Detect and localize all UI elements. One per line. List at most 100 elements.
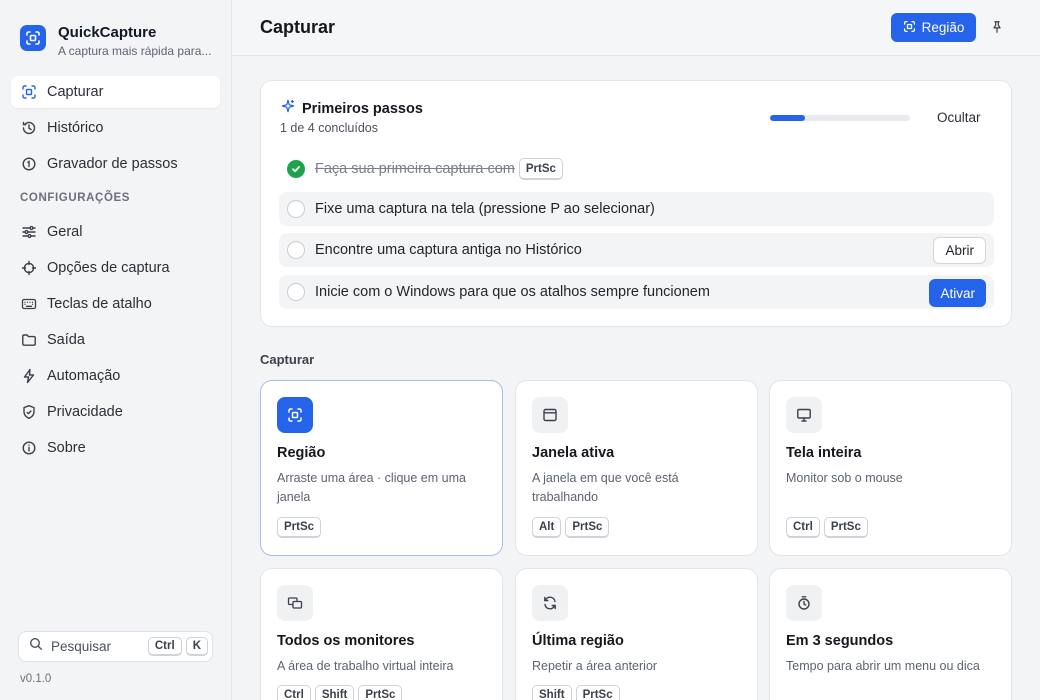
enable-startup-button[interactable]: Ativar <box>929 279 986 307</box>
step-item: Faça sua primeira captura com PrtSc <box>279 152 994 186</box>
step-checkbox[interactable] <box>287 241 305 259</box>
timer-icon <box>786 585 822 621</box>
history-icon <box>20 119 38 137</box>
sliders-icon <box>20 223 38 241</box>
app-name: QuickCapture <box>58 24 157 41</box>
crosshair-icon <box>20 259 38 277</box>
sidebar-item-capturar[interactable]: Capturar <box>11 76 220 108</box>
capture-mode-all-monitors[interactable]: Todos os monitores A área de trabalho vi… <box>260 568 503 700</box>
card-description: Repetir a área anterior <box>532 659 658 673</box>
sidebar-item-historico[interactable]: Histórico <box>11 112 220 144</box>
capture-mode-last-region[interactable]: Última região Repetir a área anterior Sh… <box>515 568 758 700</box>
card-description: A janela em que você está trabalhando <box>532 471 679 504</box>
hide-button[interactable]: Ocultar <box>937 110 981 125</box>
shortcut-key: PrtSc <box>823 517 868 538</box>
shortcut-key: Ctrl <box>786 517 820 538</box>
region-capture-icon <box>20 83 38 101</box>
settings-section-title: CONFIGURAÇÕES <box>20 192 131 204</box>
card-title: Todos os monitores <box>277 633 415 649</box>
capture-mode-timer[interactable]: Em 3 segundos Tempo para abrir um menu o… <box>769 568 1012 700</box>
main-content: Capturar Região Primeiros passos 1 de 4 … <box>232 0 1040 700</box>
capture-mode-active-window[interactable]: Janela ativa A janela em que você está t… <box>515 380 758 556</box>
progress-bar <box>770 115 910 121</box>
sparkle-icon <box>281 99 295 118</box>
card-description: Tempo para abrir um menu ou dica <box>786 659 980 673</box>
step-item[interactable]: Fixe uma captura na tela (pressione P ao… <box>279 192 994 226</box>
sidebar-item-automacao[interactable]: Automação <box>11 360 220 392</box>
sidebar-item-gravador[interactable]: Gravador de passos <box>11 148 220 180</box>
sidebar-item-sobre[interactable]: Sobre <box>11 432 220 464</box>
sidebar-item-opcoes-captura[interactable]: Opções de captura <box>11 252 220 284</box>
shortcut-key: PrtSc <box>575 685 620 700</box>
sidebar-item-label: Teclas de atalho <box>47 296 152 312</box>
page-title: Capturar <box>260 17 336 37</box>
window-icon <box>532 397 568 433</box>
sidebar-item-label: Privacidade <box>47 404 123 420</box>
sidebar-item-label: Gravador de passos <box>47 156 178 172</box>
capture-mode-region[interactable]: Região Arraste uma área · clique em uma … <box>260 380 503 556</box>
sidebar-item-geral[interactable]: Geral <box>11 216 220 248</box>
check-done-icon <box>287 160 305 178</box>
shortcut-key: PrtSc <box>518 158 563 180</box>
sidebar-item-label: Sobre <box>47 440 86 456</box>
card-description: Arraste uma área · clique em uma janela <box>277 471 466 504</box>
region-button-label: Região <box>921 20 965 35</box>
app-logo-icon <box>20 25 46 51</box>
shortcut-key: Ctrl <box>147 637 182 656</box>
step-item[interactable]: Encontre uma captura antiga no Histórico… <box>279 233 994 267</box>
app-version: v0.1.0 <box>20 673 52 685</box>
step-text: Encontre uma captura antiga no Histórico <box>315 242 582 258</box>
monitor-icon <box>786 397 822 433</box>
pin-icon[interactable] <box>988 18 1006 36</box>
shortcut-key: Ctrl <box>277 685 311 700</box>
shortcut-key: K <box>185 637 208 656</box>
info-icon <box>20 439 38 457</box>
brand: QuickCapture A captura mais rápida para.… <box>20 24 218 58</box>
sidebar-item-label: Opções de captura <box>47 260 170 276</box>
search-box[interactable]: Pesquisar Ctrl K <box>18 631 213 662</box>
open-history-button[interactable]: Abrir <box>933 237 986 264</box>
sidebar-item-saida[interactable]: Saída <box>11 324 220 356</box>
card-title: Em 3 segundos <box>786 633 894 649</box>
sidebar-item-label: Capturar <box>47 84 104 100</box>
card-title: Última região <box>532 633 624 649</box>
step-text: Inicie com o Windows para que os atalhos… <box>315 284 710 300</box>
sidebar-item-label: Histórico <box>47 120 104 136</box>
capture-mode-full-screen[interactable]: Tela inteira Monitor sob o mouse Ctrl Pr… <box>769 380 1012 556</box>
step-item[interactable]: Inicie com o Windows para que os atalhos… <box>279 275 994 309</box>
card-description: Monitor sob o mouse <box>786 471 903 485</box>
keyboard-icon <box>20 295 38 313</box>
step-checkbox[interactable] <box>287 200 305 218</box>
card-title: Região <box>277 445 326 461</box>
progress-fill <box>770 115 805 121</box>
capture-section-label: Capturar <box>260 352 315 367</box>
step-checkbox[interactable] <box>287 283 305 301</box>
folder-icon <box>20 331 38 349</box>
card-description: A área de trabalho virtual inteira <box>277 659 454 673</box>
step-text: Fixe uma captura na tela (pressione P ao… <box>315 201 655 217</box>
sidebar-item-label: Automação <box>47 368 121 384</box>
sidebar: QuickCapture A captura mais rápida para.… <box>0 0 232 700</box>
region-capture-icon <box>903 20 916 36</box>
app-tagline: A captura mais rápida para... <box>58 44 212 58</box>
card-title: Tela inteira <box>786 445 862 461</box>
shortcut-key: Shift <box>532 685 572 700</box>
step-text: Faça sua primeira captura com <box>315 161 515 177</box>
sidebar-item-label: Geral <box>47 224 83 240</box>
sidebar-item-label: Saída <box>47 332 85 348</box>
search-icon <box>29 637 43 656</box>
repeat-icon <box>532 585 568 621</box>
multi-monitor-icon <box>277 585 313 621</box>
region-capture-icon <box>277 397 313 433</box>
sidebar-item-teclas[interactable]: Teclas de atalho <box>11 288 220 320</box>
shortcut-key: PrtSc <box>277 517 322 538</box>
shortcut-key: Alt <box>532 517 562 538</box>
step-recorder-icon <box>20 155 38 173</box>
region-capture-button[interactable]: Região <box>891 13 976 42</box>
search-label: Pesquisar <box>51 639 112 654</box>
card-title: Janela ativa <box>532 445 615 461</box>
top-bar: Capturar Região <box>232 0 1040 56</box>
sidebar-item-privacidade[interactable]: Privacidade <box>11 396 220 428</box>
shortcut-key: PrtSc <box>358 685 403 700</box>
shortcut-key: PrtSc <box>565 517 610 538</box>
